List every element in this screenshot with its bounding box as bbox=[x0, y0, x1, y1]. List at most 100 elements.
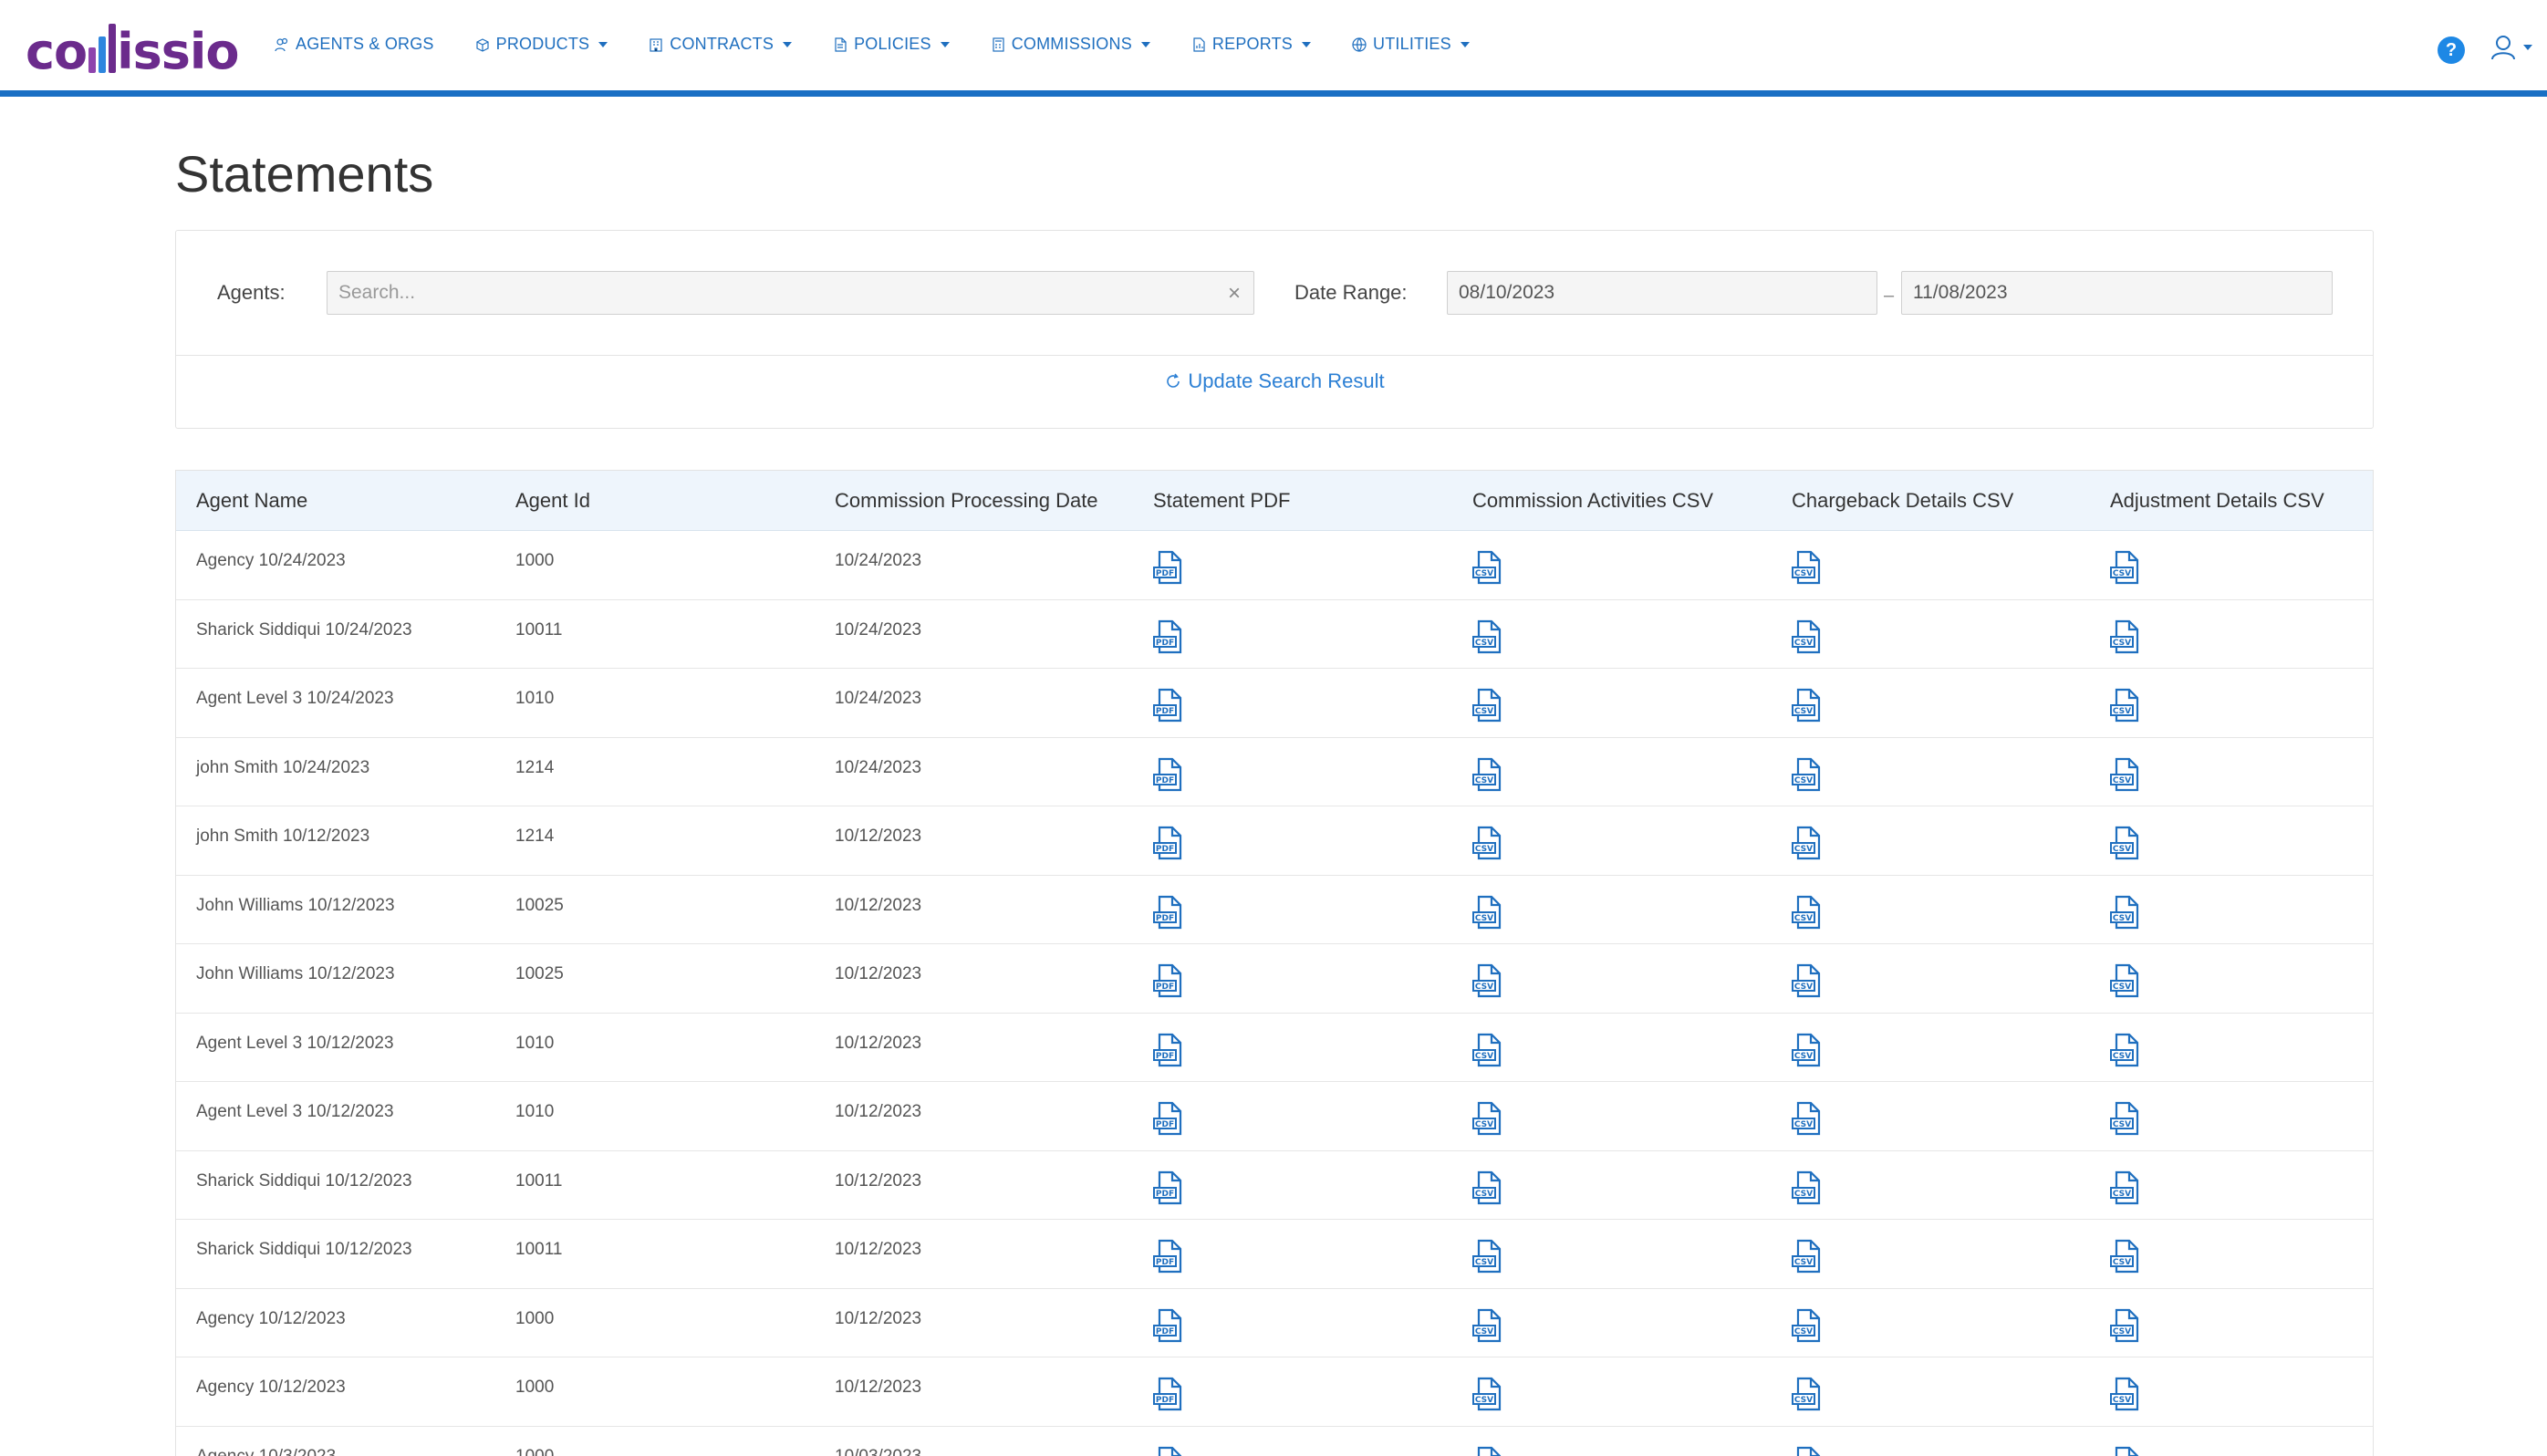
search-panel: Agents: Search... × Date Range: 08/10/20… bbox=[175, 230, 2374, 429]
adjustment-details-csv-icon[interactable]: CSV bbox=[2108, 894, 2143, 931]
adjustment-details-csv-icon[interactable]: CSV bbox=[2108, 962, 2143, 999]
statement-pdf-icon[interactable]: PDF bbox=[1151, 1445, 1186, 1456]
user-menu-button[interactable] bbox=[2490, 33, 2532, 62]
adjustment-details-csv-icon[interactable]: CSV bbox=[2108, 1376, 2143, 1412]
commission-activities-csv-icon[interactable]: CSV bbox=[1471, 1170, 1505, 1206]
chargeback-details-csv-icon[interactable]: CSV bbox=[1790, 1307, 1824, 1344]
nav-item-policies[interactable]: POLICIES bbox=[832, 35, 950, 54]
chargeback-details-csv-icon[interactable]: CSV bbox=[1790, 1170, 1824, 1206]
date-to-value: 11/08/2023 bbox=[1913, 282, 2008, 303]
column-header-agent-id[interactable]: Agent Id bbox=[515, 489, 590, 513]
nav-item-agents-orgs[interactable]: AGENTS & ORGS bbox=[274, 35, 434, 54]
top-navbar: co issio AGENTS & ORGS PRODUCTS CONTRACTS P… bbox=[0, 0, 2547, 97]
processing-date-cell: 10/12/2023 bbox=[835, 964, 922, 983]
chevron-down-icon bbox=[783, 41, 793, 47]
statement-pdf-icon[interactable]: PDF bbox=[1151, 894, 1186, 931]
chargeback-details-csv-icon[interactable]: CSV bbox=[1790, 894, 1824, 931]
adjustment-details-csv-icon[interactable]: CSV bbox=[2108, 1170, 2143, 1206]
svg-text:CSV: CSV bbox=[2113, 914, 2131, 923]
chargeback-details-csv-icon[interactable]: CSV bbox=[1790, 962, 1824, 999]
commission-activities-csv-icon[interactable]: CSV bbox=[1471, 619, 1505, 655]
commission-activities-csv-icon[interactable]: CSV bbox=[1471, 1445, 1505, 1456]
statement-pdf-icon[interactable]: PDF bbox=[1151, 756, 1186, 793]
commission-activities-csv-icon[interactable]: CSV bbox=[1471, 962, 1505, 999]
agent-name-cell: Agent Level 3 10/12/2023 bbox=[196, 1033, 394, 1053]
help-button[interactable]: ? bbox=[2438, 36, 2465, 64]
commission-activities-csv-icon[interactable]: CSV bbox=[1471, 825, 1505, 861]
statement-pdf-icon[interactable]: PDF bbox=[1151, 962, 1186, 999]
column-header-chargeback-details-csv[interactable]: Chargeback Details CSV bbox=[1792, 489, 2013, 513]
svg-text:CSV: CSV bbox=[1475, 569, 1493, 578]
date-to-input[interactable]: 11/08/2023 bbox=[1901, 271, 2333, 315]
adjustment-details-csv-icon[interactable]: CSV bbox=[2108, 687, 2143, 723]
chargeback-details-csv-icon[interactable]: CSV bbox=[1790, 1032, 1824, 1068]
statement-pdf-icon[interactable]: PDF bbox=[1151, 1307, 1186, 1344]
date-from-value: 08/10/2023 bbox=[1459, 282, 1555, 303]
svg-text:CSV: CSV bbox=[1475, 914, 1493, 923]
nav-item-utilities[interactable]: UTILITIES bbox=[1351, 35, 1470, 54]
statement-pdf-icon[interactable]: PDF bbox=[1151, 619, 1186, 655]
nav-item-label: UTILITIES bbox=[1373, 35, 1451, 53]
column-header-commission-activities-csv[interactable]: Commission Activities CSV bbox=[1472, 489, 1713, 513]
column-header-adjustment-details-csv[interactable]: Adjustment Details CSV bbox=[2110, 489, 2324, 513]
statement-pdf-icon[interactable]: PDF bbox=[1151, 1170, 1186, 1206]
chargeback-details-csv-icon[interactable]: CSV bbox=[1790, 825, 1824, 861]
statement-pdf-icon[interactable]: PDF bbox=[1151, 549, 1186, 586]
statement-pdf-icon[interactable]: PDF bbox=[1151, 1032, 1186, 1068]
adjustment-details-csv-icon[interactable]: CSV bbox=[2108, 619, 2143, 655]
agent-id-cell: 1010 bbox=[515, 1033, 555, 1053]
adjustment-details-csv-icon[interactable]: CSV bbox=[2108, 549, 2143, 586]
chargeback-details-csv-icon[interactable]: CSV bbox=[1790, 619, 1824, 655]
adjustment-details-csv-icon[interactable]: CSV bbox=[2108, 1100, 2143, 1137]
adjustment-details-csv-icon[interactable]: CSV bbox=[2108, 756, 2143, 793]
processing-date-cell: 10/12/2023 bbox=[835, 1102, 922, 1121]
chargeback-details-csv-icon[interactable]: CSV bbox=[1790, 549, 1824, 586]
svg-text:PDF: PDF bbox=[1156, 776, 1174, 785]
commission-activities-csv-icon[interactable]: CSV bbox=[1471, 1100, 1505, 1137]
nav-item-reports[interactable]: REPORTS bbox=[1190, 35, 1312, 54]
statement-pdf-icon[interactable]: PDF bbox=[1151, 687, 1186, 723]
date-from-input[interactable]: 08/10/2023 bbox=[1447, 271, 1877, 315]
commission-activities-csv-icon[interactable]: CSV bbox=[1471, 1238, 1505, 1274]
nav-item-label: POLICIES bbox=[854, 35, 931, 53]
chargeback-details-csv-icon[interactable]: CSV bbox=[1790, 1238, 1824, 1274]
commission-activities-csv-icon[interactable]: CSV bbox=[1471, 549, 1505, 586]
adjustment-details-csv-icon[interactable]: CSV bbox=[2108, 1445, 2143, 1456]
agent-name-cell: John Williams 10/12/2023 bbox=[196, 964, 395, 983]
clear-search-icon[interactable]: × bbox=[1228, 281, 1241, 307]
agent-id-cell: 1010 bbox=[515, 1102, 555, 1121]
commission-activities-csv-icon[interactable]: CSV bbox=[1471, 894, 1505, 931]
commission-activities-csv-icon[interactable]: CSV bbox=[1471, 687, 1505, 723]
agent-id-cell: 1214 bbox=[515, 827, 555, 846]
statement-pdf-icon[interactable]: PDF bbox=[1151, 1238, 1186, 1274]
svg-text:CSV: CSV bbox=[1475, 1120, 1493, 1129]
commission-activities-csv-icon[interactable]: CSV bbox=[1471, 1032, 1505, 1068]
column-header-agent-name[interactable]: Agent Name bbox=[196, 489, 307, 513]
table-row: Agent Level 3 10/12/2023 1010 10/12/2023 PD… bbox=[176, 1082, 2373, 1151]
agent-id-cell: 1000 bbox=[515, 1378, 555, 1397]
adjustment-details-csv-icon[interactable]: CSV bbox=[2108, 1307, 2143, 1344]
statement-pdf-icon[interactable]: PDF bbox=[1151, 1376, 1186, 1412]
commissio-logo[interactable]: co issio bbox=[26, 20, 240, 80]
statement-pdf-icon[interactable]: PDF bbox=[1151, 1100, 1186, 1137]
chargeback-details-csv-icon[interactable]: CSV bbox=[1790, 1445, 1824, 1456]
nav-item-products[interactable]: PRODUCTS bbox=[474, 35, 608, 54]
nav-item-contracts[interactable]: CONTRACTS bbox=[648, 35, 793, 54]
column-header-statement-pdf[interactable]: Statement PDF bbox=[1153, 489, 1290, 513]
chargeback-details-csv-icon[interactable]: CSV bbox=[1790, 1100, 1824, 1137]
adjustment-details-csv-icon[interactable]: CSV bbox=[2108, 825, 2143, 861]
commission-activities-csv-icon[interactable]: CSV bbox=[1471, 1376, 1505, 1412]
commission-activities-csv-icon[interactable]: CSV bbox=[1471, 1307, 1505, 1344]
nav-item-commissions[interactable]: COMMISSIONS bbox=[990, 35, 1150, 54]
commission-activities-csv-icon[interactable]: CSV bbox=[1471, 756, 1505, 793]
column-header-commission-processing-date[interactable]: Commission Processing Date bbox=[835, 489, 1098, 513]
chargeback-details-csv-icon[interactable]: CSV bbox=[1790, 756, 1824, 793]
chargeback-details-csv-icon[interactable]: CSV bbox=[1790, 687, 1824, 723]
update-search-result-link[interactable]: Update Search Result bbox=[176, 369, 2373, 393]
adjustment-details-csv-icon[interactable]: CSV bbox=[2108, 1032, 2143, 1068]
adjustment-details-csv-icon[interactable]: CSV bbox=[2108, 1238, 2143, 1274]
agents-search-input[interactable]: Search... × bbox=[327, 271, 1254, 315]
statement-pdf-icon[interactable]: PDF bbox=[1151, 825, 1186, 861]
chargeback-details-csv-icon[interactable]: CSV bbox=[1790, 1376, 1824, 1412]
svg-text:CSV: CSV bbox=[1794, 1190, 1813, 1199]
